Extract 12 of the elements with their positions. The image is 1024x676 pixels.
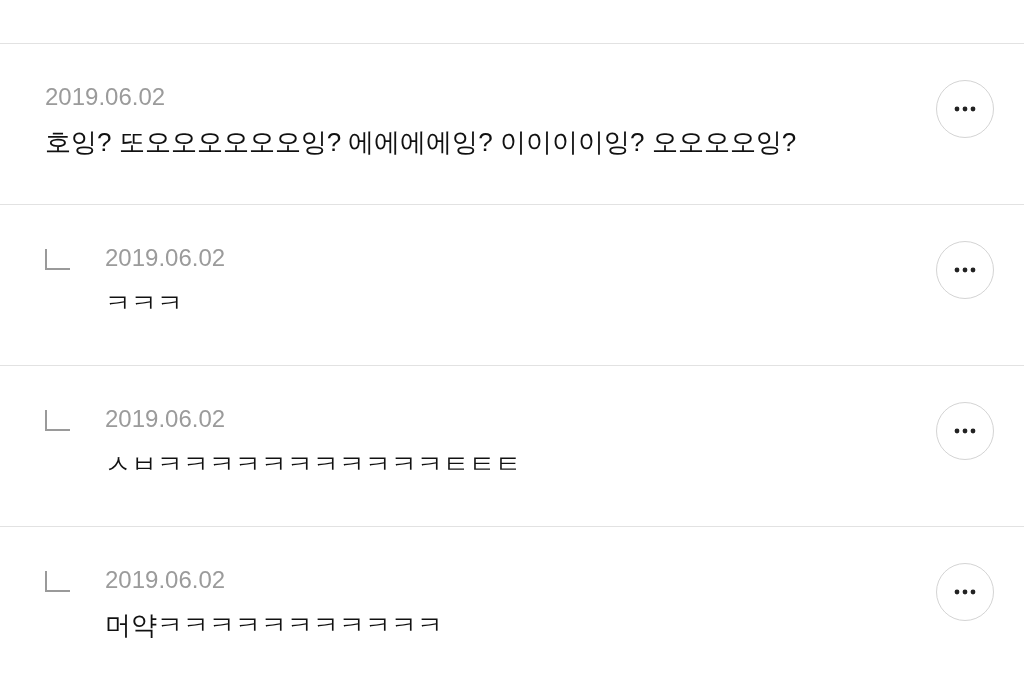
comment-date: 2019.06.02 — [105, 243, 227, 273]
comment-text: ㅅㅂㅋㅋㅋㅋㅋㅋㅋㅋㅋㅋㅋㅌㅌㅌ — [105, 448, 522, 481]
more-icon — [954, 428, 976, 434]
more-icon — [954, 589, 976, 595]
comment-text: 호잉? 또오오오오오오잉? 에에에에잉? 이이이이잉? 오오오오잉? — [45, 126, 798, 159]
more-icon — [954, 267, 976, 273]
more-icon — [954, 106, 976, 112]
comment-date: 2019.06.02 — [105, 565, 227, 595]
comment-text: ㅋㅋㅋ — [105, 287, 184, 320]
comment-date: 2019.06.02 — [105, 404, 227, 434]
comment-text: 머약ㅋㅋㅋㅋㅋㅋㅋㅋㅋㅋㅋ — [105, 609, 444, 642]
comment-date: 2019.06.02 — [45, 82, 167, 112]
